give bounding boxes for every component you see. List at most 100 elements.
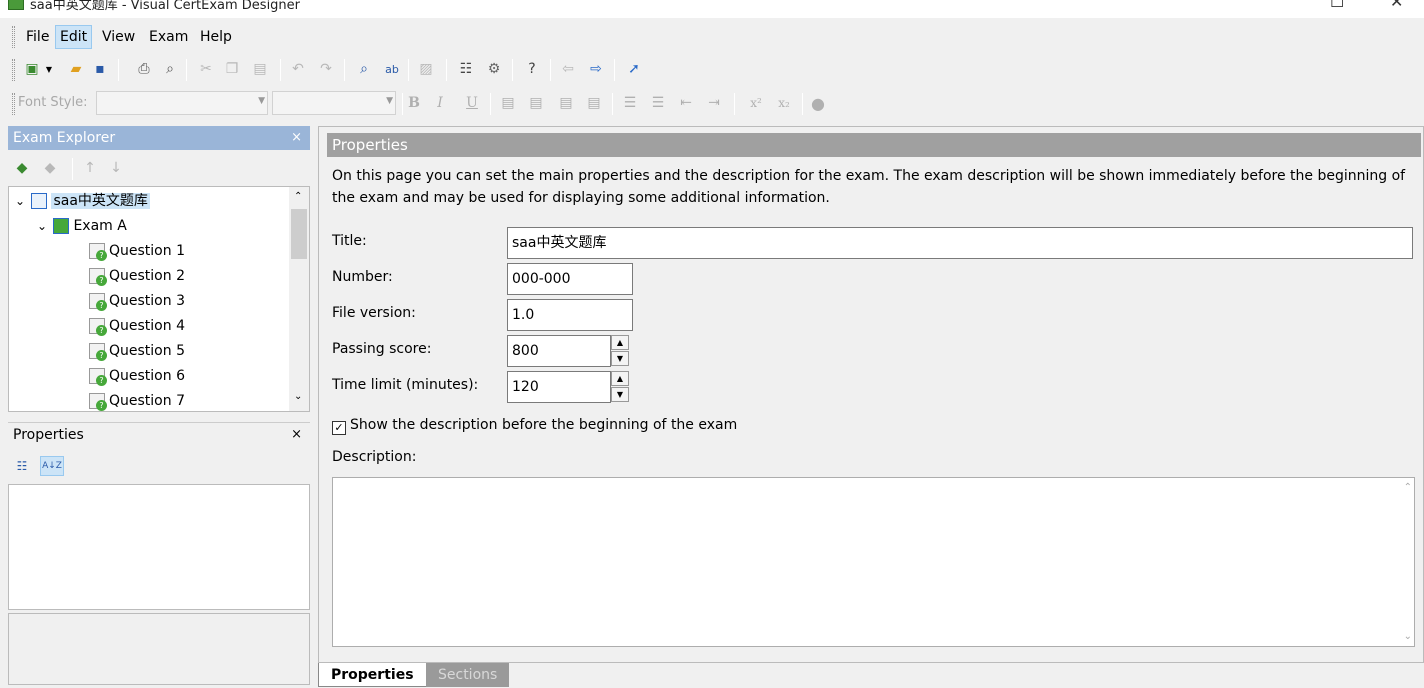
paste-icon[interactable]: ▤ [250,59,270,79]
insert-link-icon[interactable]: ● [808,93,828,113]
increase-indent-icon[interactable]: ⇥ [704,93,724,113]
underline-button[interactable]: U [462,93,482,113]
question-icon [89,268,107,286]
tab-sections[interactable]: Sections [426,663,510,687]
alphabetical-sort-icon[interactable]: A↓Z [40,456,64,476]
test-exam-icon[interactable]: ➚ [624,59,644,79]
copy-icon[interactable]: ❐ [222,59,242,79]
properties-toolbar: ☷ A↓Z [8,452,310,482]
move-down-icon[interactable]: ↓ [106,158,126,178]
chevron-down-icon: ▼ [258,96,265,106]
align-left-icon[interactable]: ▤ [498,93,518,113]
tree-question-row[interactable]: Question 6 [89,364,185,389]
passing-score-field[interactable]: 800 [507,335,611,367]
tree-exam-row[interactable]: ⌄ Exam A [37,214,127,239]
scroll-down-icon[interactable]: ⌄ [294,391,302,402]
exam-settings-icon[interactable]: ⚙ [484,59,504,79]
chevron-down-icon[interactable]: ⌄ [37,214,49,239]
passing-score-stepper[interactable]: ▲ ▼ [611,335,631,367]
align-justify-icon[interactable]: ▤ [584,93,604,113]
print-icon[interactable]: ⎙ [134,59,154,79]
tree-question-row[interactable]: Question 3 [89,289,185,314]
close-explorer-button[interactable]: × [291,126,302,150]
new-dropdown-icon[interactable]: ▼ [44,59,54,79]
time-limit-stepper[interactable]: ▲ ▼ [611,371,631,403]
stepper-down-icon[interactable]: ▼ [611,351,629,366]
question-icon [89,243,107,261]
redo-icon[interactable]: ↷ [316,59,336,79]
insert-image-icon[interactable]: ▨ [416,59,436,79]
align-right-icon[interactable]: ▤ [556,93,576,113]
align-center-icon[interactable]: ▤ [526,93,546,113]
move-up-icon[interactable]: ↑ [80,158,100,178]
time-limit-field[interactable]: 120 [507,371,611,403]
toolbar-separator [446,59,447,81]
italic-button[interactable]: I [430,93,450,113]
categorized-icon[interactable]: ☷ [12,456,32,476]
properties-page: Properties On this page you can set the … [318,126,1424,663]
scroll-up-icon[interactable]: ⌃ [1404,482,1412,493]
open-folder-icon[interactable]: ▰ [66,59,86,79]
replace-icon[interactable]: ab [382,59,402,79]
stepper-up-icon[interactable]: ▲ [611,371,629,386]
scroll-down-icon[interactable]: ⌄ [1404,631,1412,642]
bullet-list-icon[interactable]: ☰ [648,93,668,113]
scroll-up-icon[interactable]: ⌃ [294,191,302,202]
find-icon[interactable]: ⌕ [354,59,374,79]
question-label: Question 5 [109,343,185,359]
numbered-list-icon[interactable]: ☰ [620,93,640,113]
close-window-button[interactable]: ✕ [1390,0,1403,11]
menu-help[interactable]: Help [195,25,237,49]
close-properties-button[interactable]: × [291,423,302,447]
export-icon[interactable]: ⇨ [586,59,606,79]
print-preview-icon[interactable]: ⌕ [160,59,180,79]
property-grid[interactable] [8,484,310,610]
question-label: Question 1 [109,243,185,259]
font-size-combo[interactable]: ▼ [272,91,396,115]
number-field[interactable]: 000-000 [507,263,633,295]
import-icon[interactable]: ⇦ [558,59,578,79]
maximize-button[interactable]: ☐ [1330,0,1344,11]
menu-view[interactable]: View [97,25,140,49]
tree-question-row[interactable]: Question 1 [89,239,185,264]
stepper-up-icon[interactable]: ▲ [611,335,629,350]
tree-root-row[interactable]: ⌄ saa中英文题库 [15,189,150,214]
subscript-button[interactable]: x₂ [772,93,796,113]
superscript-button[interactable]: x² [744,93,768,113]
tree-question-row[interactable]: Question 5 [89,339,185,364]
title-bar: saa中英文题库 - Visual CertExam Designer ☐ ✕ [0,0,1424,18]
font-style-combo[interactable]: ▼ [96,91,268,115]
decrease-indent-icon[interactable]: ⇤ [676,93,696,113]
bold-button[interactable]: B [404,93,424,113]
tree-scrollbar[interactable]: ⌃ ⌄ [289,187,309,411]
show-description-checkbox[interactable]: ✓ Show the description before the beginni… [332,417,737,435]
tree-question-row[interactable]: Question 2 [89,264,185,289]
tree-question-row[interactable]: Question 4 [89,314,185,339]
menu-edit[interactable]: Edit [55,25,93,49]
help-icon[interactable]: ? [522,59,542,79]
exam-icon [53,218,70,234]
format-grip [12,93,15,115]
checkbox-icon[interactable]: ✓ [332,421,346,435]
tab-properties[interactable]: Properties [318,663,427,687]
menu-file[interactable]: File [21,25,54,49]
menu-exam[interactable]: Exam [144,25,193,49]
properties-panel-title: Properties [13,427,84,443]
scroll-thumb[interactable] [291,209,307,259]
stepper-down-icon[interactable]: ▼ [611,387,629,402]
undo-icon[interactable]: ↶ [288,59,308,79]
passing-score-label: Passing score: [332,341,432,357]
chevron-down-icon[interactable]: ⌄ [15,189,27,214]
question-label: Question 3 [109,293,185,309]
outline-icon[interactable]: ☷ [456,59,476,79]
title-field[interactable]: saa中英文题库 [507,227,1413,259]
toolbar-separator [512,59,513,81]
new-exam-icon[interactable]: ▣ [22,59,42,79]
add-section-icon[interactable]: ◆ [40,158,60,178]
description-editor[interactable]: ⌃ ⌄ [332,477,1415,647]
add-question-icon[interactable]: ◆ [12,158,32,178]
cut-icon[interactable]: ✂ [196,59,216,79]
file-version-field[interactable]: 1.0 [507,299,633,331]
save-icon[interactable]: ▪ [90,59,110,79]
tree-question-row[interactable]: Question 7 [89,389,185,411]
